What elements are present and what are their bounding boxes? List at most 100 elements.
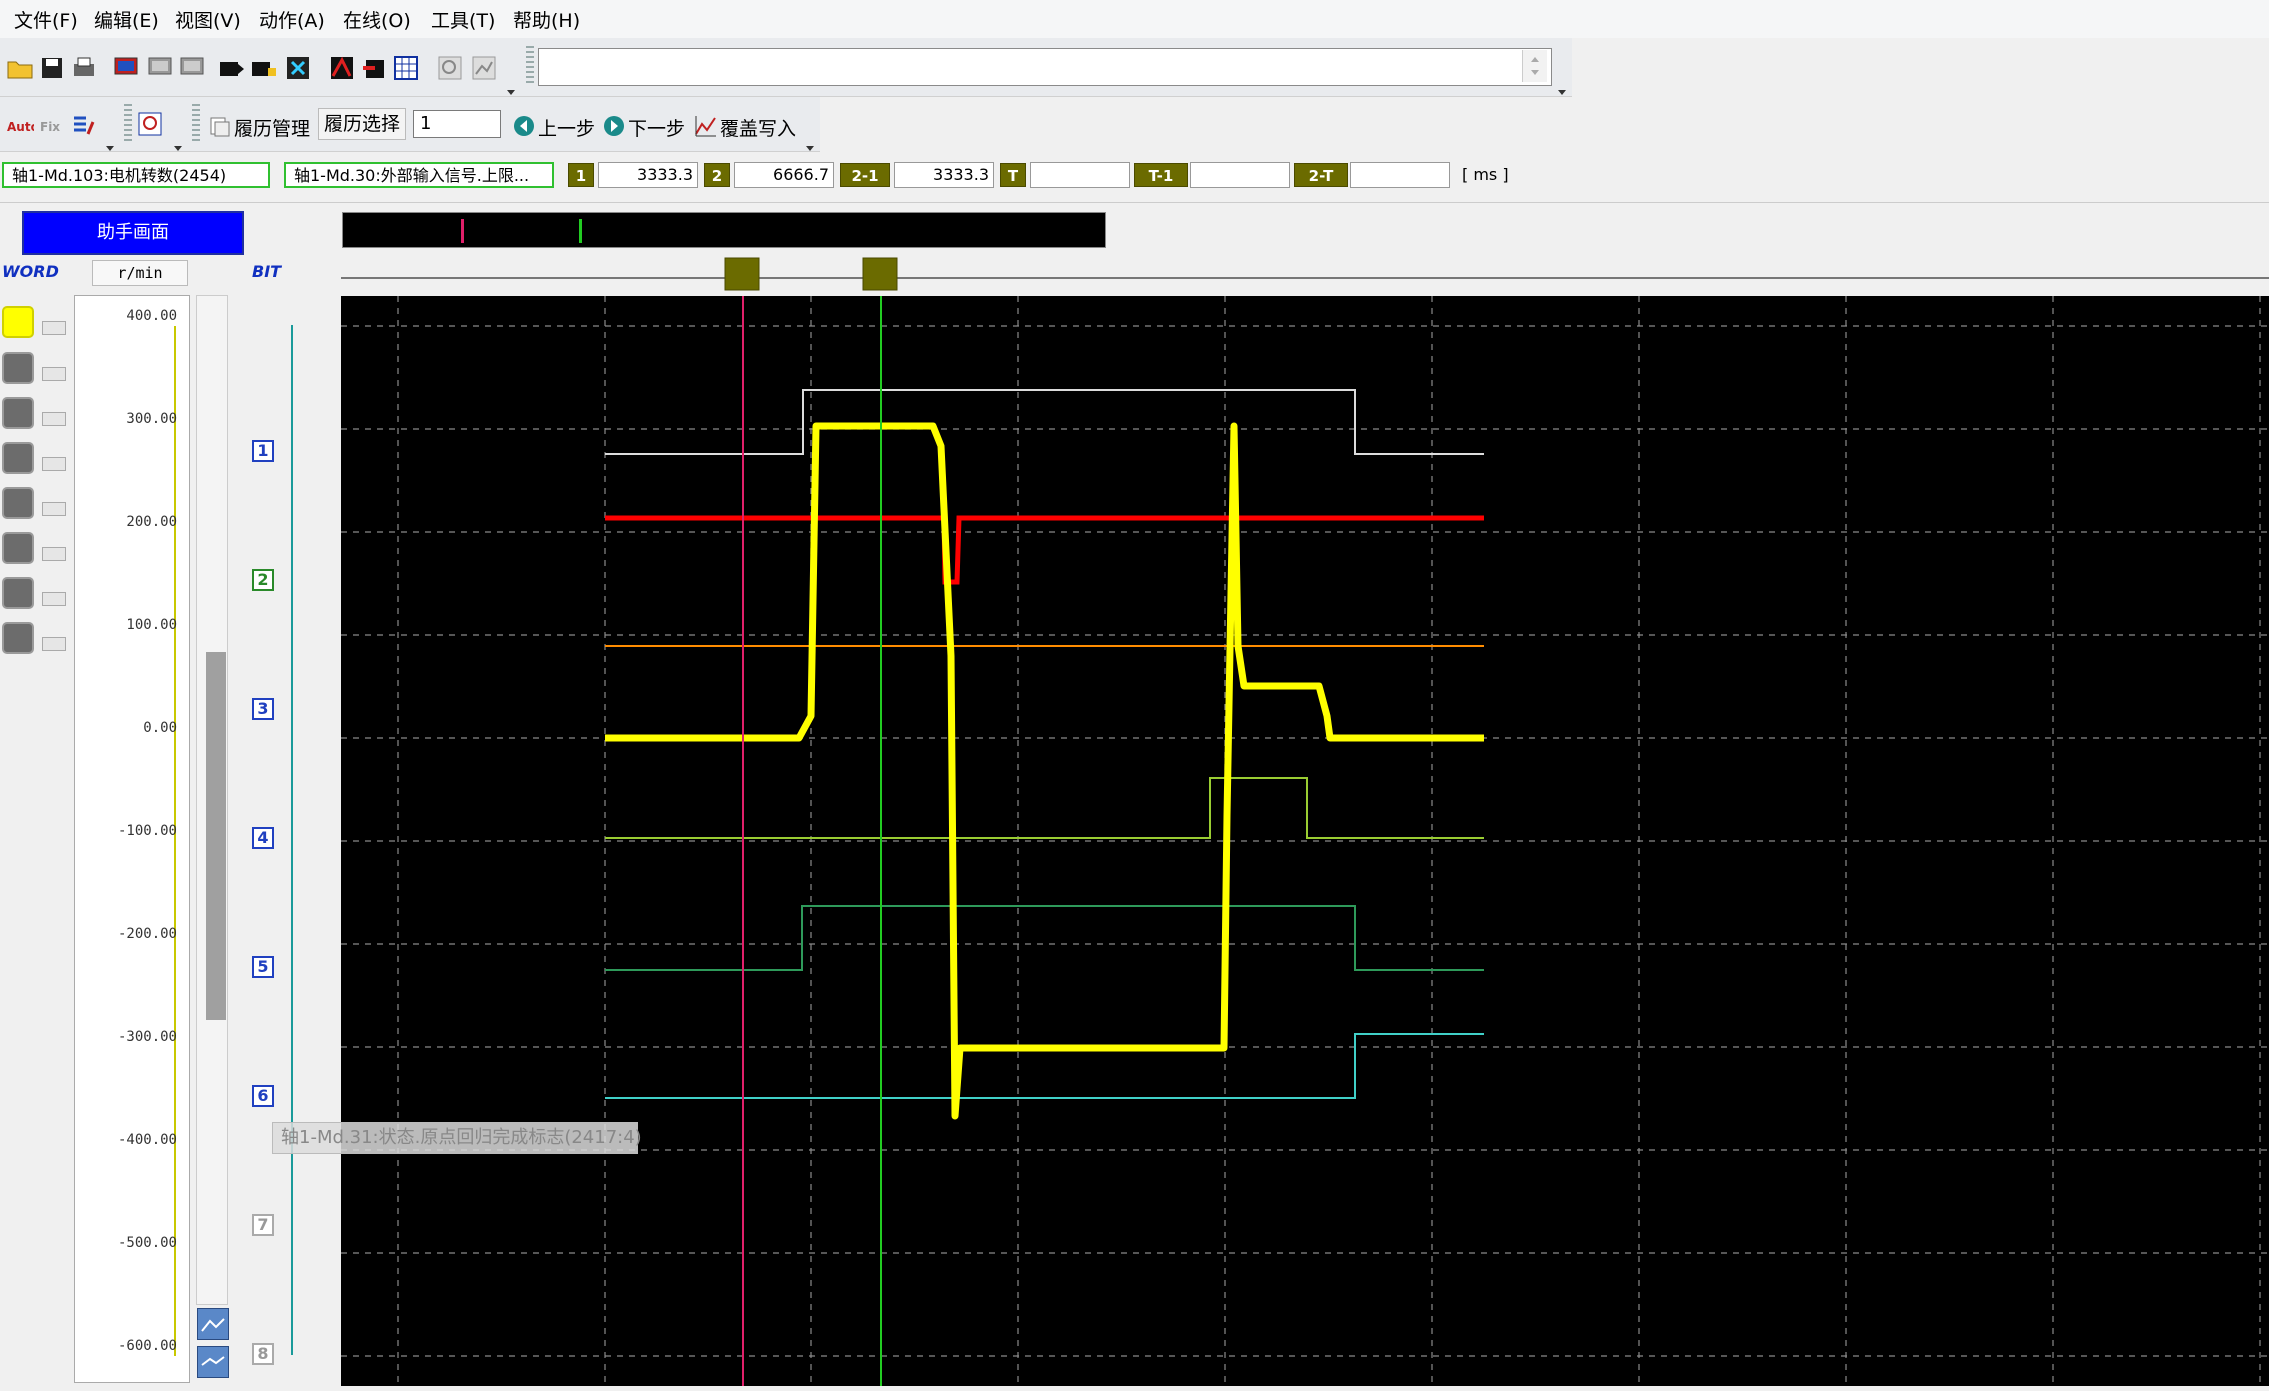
word-channel-2-option[interactable] [42, 367, 66, 381]
toolbar2-grip-2[interactable] [192, 104, 200, 144]
y-tick-400: 400.00 [126, 308, 177, 324]
word-channel-7-option[interactable] [42, 592, 66, 606]
cursor-2-button[interactable]: 2 [704, 163, 730, 187]
combo-spin-icon[interactable] [1522, 50, 1547, 82]
waveform-plot[interactable] [341, 296, 2269, 1386]
word-channel-8-option[interactable] [42, 637, 66, 651]
bit-channel-4[interactable]: 4 [252, 827, 274, 849]
trend-red-icon[interactable] [328, 54, 356, 82]
table-icon[interactable] [392, 54, 420, 82]
grid [341, 296, 2269, 1386]
word-channel-1-button[interactable] [2, 306, 34, 338]
cursor-t-button[interactable]: T [1000, 163, 1026, 187]
zoom-in-icon[interactable] [197, 1308, 229, 1340]
menu-help[interactable]: 帮助(H) [513, 6, 580, 33]
menu-file[interactable]: 文件(F) [14, 6, 78, 33]
toolbar-dropdown-icon-2[interactable] [1556, 82, 1568, 95]
word-channel-3-option[interactable] [42, 412, 66, 426]
auto-icon[interactable]: Auto [6, 112, 39, 140]
bit-channel-6[interactable]: 6 [252, 1085, 274, 1107]
monitor-gray-icon[interactable] [146, 54, 174, 82]
word-channel-5-option[interactable] [42, 502, 66, 516]
bit-channel-5[interactable]: 5 [252, 956, 274, 978]
cursor-2-t-button[interactable]: 2-T [1294, 163, 1348, 187]
helper-screen-button[interactable]: 助手画面 [22, 211, 244, 255]
cursor-diff-2-1-value: 3333.3 [894, 162, 994, 188]
print-icon[interactable] [70, 54, 98, 82]
svg-text:Fix: Fix [40, 120, 60, 134]
y-tick-0: 0.00 [143, 720, 177, 736]
word-channel-5-button[interactable] [2, 487, 34, 519]
word-channel-6-option[interactable] [42, 547, 66, 561]
toolbar-dropdown-icon[interactable] [505, 82, 517, 95]
trend-arrow-icon[interactable] [360, 54, 388, 82]
toolbar2-dropdown-icon[interactable] [104, 138, 116, 151]
search-chart-icon[interactable] [136, 110, 164, 138]
y-tick-300: 300.00 [126, 411, 177, 427]
monitor-gray2-icon[interactable] [178, 54, 206, 82]
save-icon[interactable] [38, 54, 66, 82]
red-trace [605, 515, 1484, 585]
menu-action[interactable]: 动作(A) [259, 6, 325, 33]
cursor-t-1-button[interactable]: T-1 [1134, 163, 1188, 187]
cross-arrows-icon[interactable] [284, 54, 312, 82]
zoom-out-icon[interactable] [197, 1346, 229, 1378]
word-channel-8-button[interactable] [2, 622, 34, 654]
signal-select-1[interactable]: 轴1-Md.103:电机转数(2454) [2, 162, 270, 188]
arrow-left-icon[interactable] [512, 114, 540, 142]
menu-view[interactable]: 视图(V) [175, 6, 241, 33]
fix-icon[interactable]: Fix [38, 112, 66, 140]
overview-strip[interactable] [342, 212, 1106, 248]
history-select-button[interactable]: 履历选择 [318, 108, 406, 140]
word-channel-3-button[interactable] [2, 397, 34, 429]
monitor-icon[interactable] [112, 54, 140, 82]
chart-gray-icon[interactable] [470, 54, 498, 82]
overwrite-button[interactable]: 覆盖写入 [720, 114, 796, 141]
history-manage-button[interactable]: 履历管理 [234, 114, 310, 141]
toolbar2-dropdown-icon-3[interactable] [804, 138, 816, 151]
bit-channel-7[interactable]: 7 [252, 1214, 274, 1236]
cursor-t-value [1030, 162, 1130, 188]
open-folder-icon[interactable] [6, 54, 34, 82]
word-channel-1-option[interactable] [42, 321, 66, 335]
y-tick-minus-100: -100.00 [117, 823, 177, 839]
arrow-right-icon[interactable] [602, 114, 630, 142]
run-auto-icon[interactable] [218, 54, 246, 82]
cursor-1-button[interactable]: 1 [568, 163, 594, 187]
bit-channel-2[interactable]: 2 [252, 569, 274, 591]
cursor-2-handle[interactable] [862, 257, 898, 291]
cursor-diff-2-1-button[interactable]: 2-1 [840, 163, 890, 187]
menu-tools[interactable]: 工具(T) [431, 6, 495, 33]
y-tick-100: 100.00 [126, 617, 177, 633]
command-combo[interactable] [538, 48, 1552, 86]
cursor-1-handle[interactable] [724, 257, 760, 291]
cyan-bit-trace [605, 1033, 1484, 1099]
white-bit-trace [605, 389, 1484, 455]
y-scrollbar-thumb[interactable] [206, 652, 226, 1020]
history-number-input[interactable]: 1 [413, 110, 501, 138]
word-label: WORD [2, 262, 59, 281]
prev-step-button[interactable]: 上一步 [538, 114, 595, 141]
bit-channel-8[interactable]: 8 [252, 1343, 274, 1365]
word-channel-7-button[interactable] [2, 577, 34, 609]
list-chart-icon[interactable] [70, 112, 98, 140]
run-step-icon[interactable] [250, 54, 278, 82]
y-tick-minus-500: -500.00 [117, 1235, 177, 1251]
word-channel-4-button[interactable] [2, 442, 34, 474]
overwrite-chart-icon[interactable] [694, 114, 722, 142]
green-bit-trace [605, 905, 1484, 971]
toolbar-grip[interactable] [526, 46, 534, 86]
bit-channel-1[interactable]: 1 [252, 440, 274, 462]
bit-channel-3[interactable]: 3 [252, 698, 274, 720]
signal-select-2[interactable]: 轴1-Md.30:外部输入信号.上限... [284, 162, 554, 188]
word-channel-2-button[interactable] [2, 352, 34, 384]
toolbar2-dropdown-icon-2[interactable] [172, 138, 184, 151]
word-channel-6-button[interactable] [2, 532, 34, 564]
next-step-button[interactable]: 下一步 [628, 114, 685, 141]
zoom-gray-icon[interactable] [436, 54, 464, 82]
cursor-2-value: 6666.7 [734, 162, 834, 188]
toolbar2-grip[interactable] [124, 104, 132, 144]
word-channel-4-option[interactable] [42, 457, 66, 471]
menu-edit[interactable]: 编辑(E) [94, 6, 159, 33]
menu-online[interactable]: 在线(O) [343, 6, 411, 33]
